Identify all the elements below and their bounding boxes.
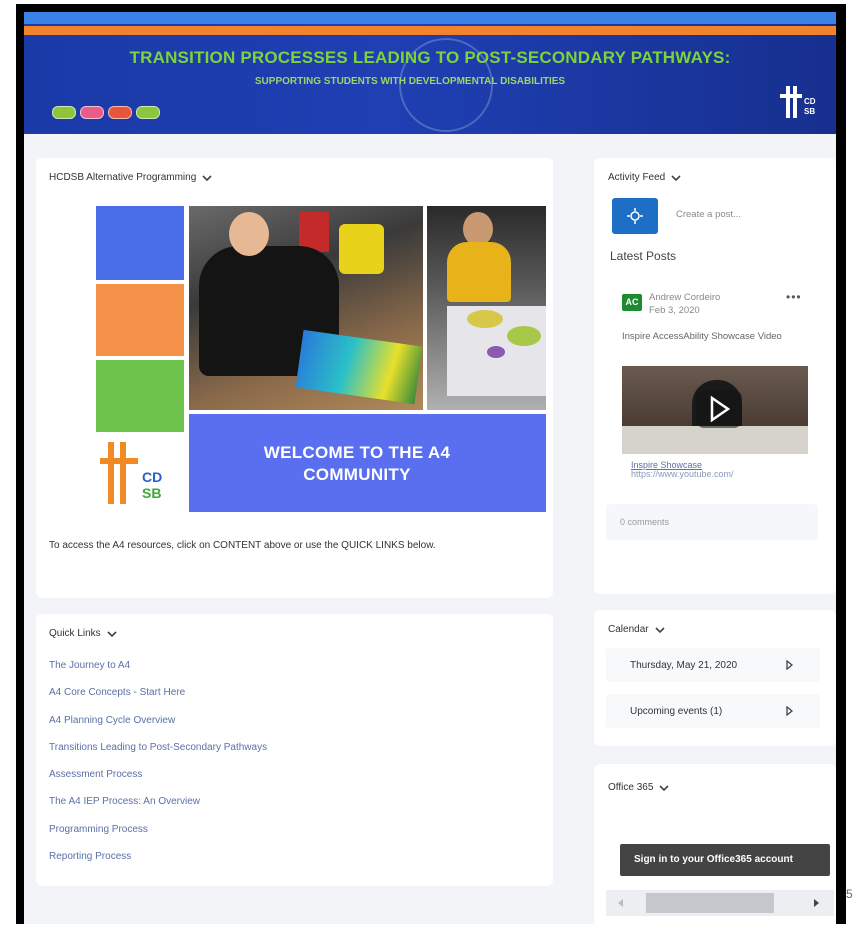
quick-link-journey[interactable]: The Journey to A4 (49, 660, 130, 671)
banner-decoration-dots (52, 106, 160, 119)
post-title: Inspire AccessAbility Showcase Video (622, 331, 782, 342)
latest-posts-heading: Latest Posts (610, 249, 677, 263)
post-date: Feb 3, 2020 (649, 305, 700, 316)
logo-letters-bottom: SB (142, 485, 161, 501)
chevron-down-icon[interactable] (671, 173, 681, 183)
quick-link-assessment[interactable]: Assessment Process (49, 769, 142, 780)
widget-title: Calendar (608, 624, 649, 635)
course-banner: TRANSITION PROCESSES LEADING TO POST-SEC… (24, 12, 836, 134)
quick-link-iep-process[interactable]: The A4 IEP Process: An Overview (49, 796, 200, 807)
activity-feed-header[interactable]: Activity Feed (608, 172, 681, 183)
scroll-left-icon[interactable] (616, 898, 624, 908)
student-photo-1 (189, 206, 423, 410)
upcoming-events-row[interactable]: Upcoming events (1) (606, 694, 820, 728)
photo-2-bowl-2 (507, 326, 541, 346)
chevron-right-icon[interactable] (786, 660, 794, 670)
scroll-right-icon[interactable] (813, 898, 821, 908)
clipped-edge-text: 5 (846, 887, 853, 901)
hcdsb-logo-icon: CD SB (100, 442, 162, 504)
banner-dot (52, 106, 76, 119)
widget-title: Office 365 (608, 782, 654, 793)
comment-count[interactable]: 0 comments (620, 517, 669, 527)
widget-title: HCDSB Alternative Programming (49, 172, 197, 183)
widget-title: Activity Feed (608, 172, 666, 183)
post-author-block: Andrew Cordeiro Feb 3, 2020 (649, 291, 720, 317)
banner-title: TRANSITION PROCESSES LEADING TO POST-SEC… (129, 48, 731, 67)
welcome-line-2: COMMUNITY (303, 465, 411, 484)
student-photo-2 (427, 206, 546, 410)
office365-widget: Office 365 Sign in to your Office365 acc… (594, 764, 836, 924)
photo-1-face (229, 212, 269, 256)
create-post-input[interactable]: Create a post... (676, 209, 741, 220)
welcome-widget-header[interactable]: HCDSB Alternative Programming (49, 172, 212, 183)
banner-subtitle: SUPPORTING STUDENTS WITH DEVELOPMENTAL D… (254, 76, 566, 87)
quick-links-widget: Quick Links The Journey to A4 A4 Core Co… (36, 614, 553, 886)
widget-title: Quick Links (49, 628, 101, 639)
upcoming-events: Upcoming events (1) (630, 706, 723, 717)
banner-dot (80, 106, 104, 119)
chevron-right-icon[interactable] (786, 706, 794, 716)
welcome-graphic: CD SB WELCOME TO THE A4 COMMUNITY (96, 206, 546, 512)
calendar-header[interactable]: Calendar (608, 624, 665, 635)
photo-2-face (463, 212, 493, 246)
avatar: AC (622, 294, 642, 311)
create-post-button[interactable] (612, 198, 658, 234)
quick-link-transitions[interactable]: Transitions Leading to Post-Secondary Pa… (49, 742, 267, 753)
play-icon (710, 395, 731, 423)
quick-links-header[interactable]: Quick Links (49, 628, 117, 639)
screenshot-frame: TRANSITION PROCESSES LEADING TO POST-SEC… (16, 4, 846, 924)
svg-text:SB: SB (804, 107, 815, 116)
graphic-logo-block: CD SB (96, 436, 184, 512)
activity-feed-widget: Activity Feed Create a post... Latest Po… (594, 158, 836, 594)
chevron-down-icon[interactable] (659, 783, 669, 793)
color-block-blue (96, 206, 184, 280)
svg-text:CD: CD (804, 97, 816, 106)
banner-orange-stripe (24, 26, 836, 35)
calendar-date-row[interactable]: Thursday, May 21, 2020 (606, 648, 820, 682)
more-options-icon[interactable]: ••• (786, 290, 802, 304)
page-canvas: TRANSITION PROCESSES LEADING TO POST-SEC… (24, 12, 836, 924)
scrollbar-thumb[interactable] (646, 893, 774, 913)
welcome-widget: HCDSB Alternative Programming CD SB WELC… (36, 158, 553, 598)
color-block-green (96, 360, 184, 432)
banner-dot (136, 106, 160, 119)
photo-1-yellow-chair (339, 224, 384, 274)
banner-top-stripe (24, 12, 836, 24)
video-thumbnail[interactable] (622, 366, 808, 454)
post-author[interactable]: Andrew Cordeiro (649, 291, 720, 304)
office365-header[interactable]: Office 365 (608, 782, 669, 793)
quick-link-core-concepts[interactable]: A4 Core Concepts - Start Here (49, 687, 185, 698)
access-instructions: To access the A4 resources, click on CON… (49, 540, 436, 551)
welcome-line-1: WELCOME TO THE A4 (263, 443, 451, 462)
photo-2-bowl-3 (487, 346, 505, 358)
video-link-url[interactable]: https://www.youtube.com/ (631, 469, 734, 479)
photo-2-shirt (447, 242, 511, 302)
welcome-heading: WELCOME TO THE A4 COMMUNITY (242, 442, 472, 486)
compose-icon (627, 208, 643, 224)
office365-signin-button[interactable]: Sign in to your Office365 account (620, 844, 830, 876)
hcdsb-logo-icon: CD SB (780, 86, 816, 118)
chevron-down-icon[interactable] (202, 173, 212, 183)
chevron-down-icon[interactable] (107, 629, 117, 639)
color-block-orange (96, 284, 184, 356)
calendar-widget: Calendar Thursday, May 21, 2020 Upcoming… (594, 610, 836, 746)
video-floor (622, 426, 808, 454)
logo-letters-top: CD (142, 469, 162, 485)
quick-link-reporting[interactable]: Reporting Process (49, 851, 131, 862)
banner-dot (108, 106, 132, 119)
comments-section[interactable]: 0 comments (606, 504, 818, 540)
horizontal-scrollbar[interactable] (606, 890, 834, 916)
photo-2-bowl-1 (467, 310, 503, 328)
calendar-date: Thursday, May 21, 2020 (630, 660, 738, 671)
chevron-down-icon[interactable] (655, 625, 665, 635)
quick-link-planning-cycle[interactable]: A4 Planning Cycle Overview (49, 715, 175, 726)
play-button[interactable] (696, 390, 742, 428)
quick-link-programming[interactable]: Programming Process (49, 824, 148, 835)
photo-1-artwork (295, 329, 423, 405)
